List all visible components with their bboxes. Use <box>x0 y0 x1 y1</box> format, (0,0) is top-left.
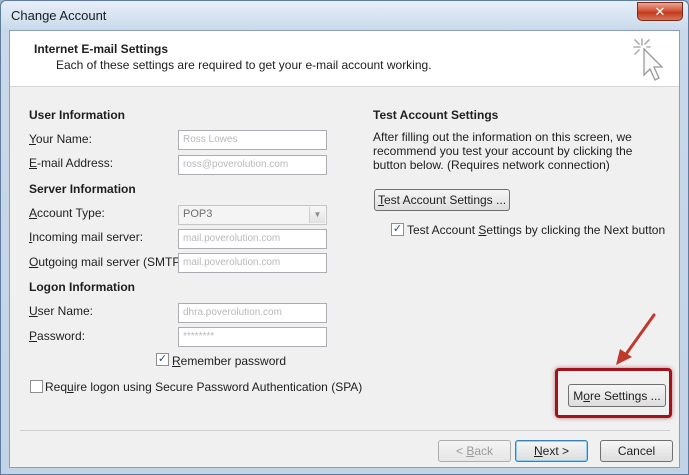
your-name-accel: Y <box>29 132 36 146</box>
outgoing-server-label: Outgoing mail server (SMTP): <box>29 255 188 269</box>
page-title: Internet E-mail Settings <box>34 42 169 56</box>
dialog-content: Internet E-mail Settings Each of these s… <box>9 30 680 468</box>
incoming-server-label: Incoming mail server: <box>29 230 143 244</box>
test-on-next-rest: ettings by clicking the Next button <box>486 223 666 237</box>
user-name-label: User Name: <box>29 304 93 318</box>
next-button[interactable]: Next > <box>515 440 588 462</box>
outgoing-accel: O <box>29 255 39 269</box>
user-name-label-text: ser Name: <box>37 304 94 318</box>
spa-label[interactable]: Require logon using Secure Password Auth… <box>45 380 362 394</box>
footer-separator <box>20 430 670 431</box>
email-field[interactable]: ross@poverolution.com <box>178 155 327 175</box>
remember-password-checkbox[interactable]: ✓ <box>156 353 169 366</box>
spa-checkbox[interactable] <box>30 380 43 393</box>
server-info-heading: Server Information <box>29 182 136 196</box>
password-label-text: assword: <box>37 329 86 343</box>
user-info-heading: User Information <box>29 108 126 122</box>
your-name-label: Your Name: <box>29 132 92 146</box>
spa-label-rest: ire logon using Secure Password Authenti… <box>73 380 363 394</box>
cancel-button[interactable]: Cancel <box>600 440 673 462</box>
password-label: Password: <box>29 329 85 343</box>
wizard-cursor-icon <box>633 38 664 81</box>
logon-info-heading: Logon Information <box>29 280 135 294</box>
close-button[interactable]: ✕ <box>637 2 683 21</box>
outgoing-server-field[interactable]: mail.poverolution.com <box>178 253 327 273</box>
account-type-value: POP3 <box>183 208 213 220</box>
outgoing-label-text: utgoing mail server (SMTP): <box>38 255 188 269</box>
account-type-accel: A <box>29 206 38 220</box>
account-type-label-text: ccount Type: <box>37 206 105 220</box>
incoming-label-text: ncoming mail server: <box>32 230 144 244</box>
incoming-server-field[interactable]: mail.poverolution.com <box>178 229 327 249</box>
back-button[interactable]: < Back <box>438 440 511 462</box>
chevron-down-icon[interactable]: ▼ <box>309 207 325 223</box>
account-type-label: Account Type: <box>29 206 105 220</box>
test-button-label: est Account Settings ... <box>383 193 507 207</box>
next-rest: ext > <box>542 444 570 458</box>
close-icon: ✕ <box>654 4 666 19</box>
more-settings-button[interactable]: More Settings ... <box>568 384 666 407</box>
spa-accel: u <box>67 380 74 394</box>
password-field[interactable]: ******** <box>178 327 327 347</box>
account-type-select[interactable]: POP3 ▼ <box>178 205 327 225</box>
your-name-label-text: our Name: <box>35 132 92 146</box>
remember-accel: R <box>172 354 181 368</box>
next-accel: N <box>533 444 543 458</box>
email-label-text: -mail Address: <box>37 156 114 170</box>
user-name-field[interactable]: dhra.poverolution.com <box>178 303 327 323</box>
test-account-settings-button[interactable]: Test Account Settings ... <box>374 189 510 211</box>
window-title: Change Account <box>11 8 107 23</box>
back-pre: < <box>455 444 467 458</box>
page-subtitle: Each of these settings are required to g… <box>56 58 432 72</box>
wizard-header: Internet E-mail Settings Each of these s… <box>10 31 679 87</box>
remember-password-label[interactable]: Remember password <box>172 354 286 368</box>
spa-label-pre: Req <box>45 380 68 394</box>
remember-label-text: emember password <box>180 354 287 368</box>
back-rest: ack <box>474 444 494 458</box>
password-accel: P <box>29 329 38 343</box>
title-bar[interactable]: Change Account ✕ <box>1 1 688 29</box>
your-name-field[interactable]: Ross Lowes <box>178 130 327 150</box>
email-accel: E <box>29 156 38 170</box>
more-settings-rest: re Settings ... <box>589 388 661 403</box>
user-name-accel: U <box>29 304 38 318</box>
more-settings-accel: o <box>583 388 590 403</box>
test-on-next-label[interactable]: Test Account Settings by clicking the Ne… <box>407 223 665 237</box>
test-on-next-pre: Test Account <box>407 223 479 237</box>
test-on-next-checkbox[interactable]: ✓ <box>391 223 404 236</box>
test-settings-heading: Test Account Settings <box>373 108 499 122</box>
more-settings-pre: M <box>573 388 584 403</box>
test-settings-description: After filling out the information on thi… <box>373 130 633 172</box>
email-label: E-mail Address: <box>29 156 113 170</box>
annotation-arrow <box>616 313 656 365</box>
change-account-window: Change Account ✕ Internet E-mail Setting… <box>0 0 689 475</box>
